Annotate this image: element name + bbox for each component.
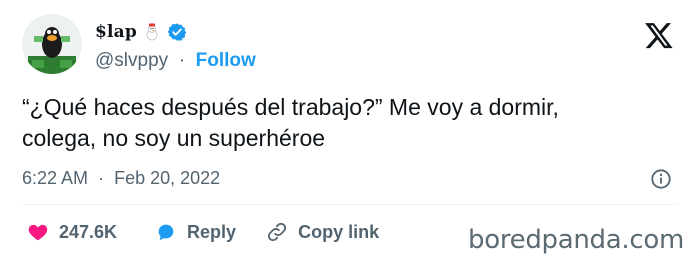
copy-link-label: Copy link (298, 221, 380, 242)
timestamp-separator: · (93, 168, 110, 188)
divider (22, 204, 678, 205)
like-button[interactable]: 247.6K (27, 221, 117, 243)
tweet-card: $lap @slvppy · Follow “¿Qué haces despué… (0, 0, 700, 257)
reply-bubble-icon (158, 224, 174, 241)
tweet-date: Feb 20, 2022 (114, 168, 221, 188)
snowman-emoji-icon (143, 23, 161, 41)
link-icon (267, 222, 287, 242)
display-name[interactable]: $lap (95, 22, 137, 42)
verified-icon (167, 22, 187, 42)
x-logo-icon[interactable] (644, 20, 674, 50)
like-count: 247.6K (59, 221, 118, 242)
reply-button[interactable]: Reply (155, 221, 236, 243)
tweet-text: “¿Qué haces después del trabajo?” Me voy… (22, 92, 682, 154)
heart-icon (28, 224, 48, 241)
handle-row: @slvppy · Follow (95, 50, 256, 72)
info-icon[interactable] (650, 168, 672, 190)
tweet-text-line-2: colega, no soy un superhéroe (22, 125, 326, 151)
handle-separator: · (173, 50, 191, 71)
name-row: $lap (95, 20, 187, 44)
user-handle[interactable]: @slvppy (95, 50, 168, 71)
reply-label: Reply (187, 221, 237, 242)
avatar[interactable] (22, 14, 82, 74)
follow-button[interactable]: Follow (196, 50, 256, 71)
copy-link-button[interactable]: Copy link (266, 221, 379, 243)
action-bar: 247.6K Reply Copy link (27, 219, 379, 245)
watermark: boredpanda.com (468, 225, 684, 255)
tweet-text-line-1: “¿Qué haces después del trabajo?” Me voy… (22, 94, 559, 120)
tweet-timestamp[interactable]: 6:22 AM · Feb 20, 2022 (22, 168, 220, 189)
tweet-time: 6:22 AM (22, 168, 89, 188)
